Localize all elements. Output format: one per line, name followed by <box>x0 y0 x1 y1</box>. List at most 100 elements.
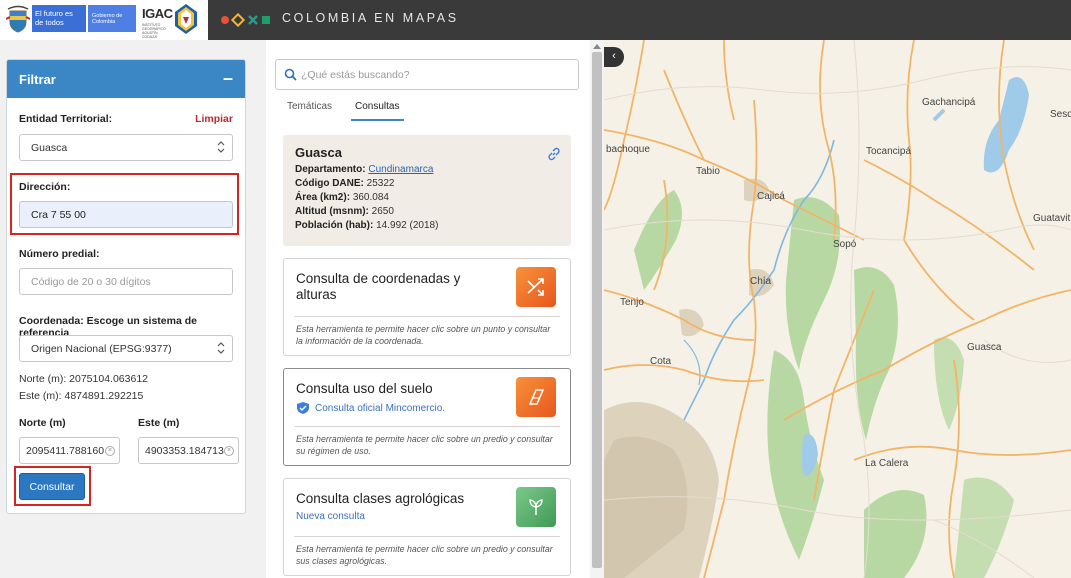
predial-input[interactable]: Código de 20 o 30 dígitos <box>19 268 233 295</box>
este-input[interactable]: 4903353.184713 × <box>138 437 239 464</box>
igac-logo-text: IGAC <box>142 6 173 21</box>
gov-name: Gobierno de Colombia <box>88 5 136 32</box>
area-row: Área (km2): 360.084 <box>295 191 559 205</box>
tool-description: Esta herramienta te permite hacer clic s… <box>296 544 553 566</box>
clear-icon[interactable]: × <box>105 446 115 456</box>
tool-subtitle[interactable]: Nueva consulta <box>296 511 365 522</box>
town-label: Gachancipá <box>922 97 976 108</box>
tab-consultas[interactable]: Consultas <box>355 101 399 112</box>
scrollbar-thumb[interactable] <box>592 52 602 568</box>
norte-readout: Norte (m): 2075104.063612 <box>19 373 148 385</box>
select-arrows-icon <box>217 342 225 354</box>
town-label: Sesq <box>1050 109 1071 120</box>
map-canvas[interactable] <box>604 40 1071 578</box>
town-label: Chía <box>750 276 772 287</box>
map-collapse-button[interactable]: ‹ <box>604 47 624 67</box>
scroll-up-icon[interactable] <box>593 44 601 49</box>
igac-logo-subtitle: INSTITUTO GEOGRÁFICO AGUSTÍN CODAZZI <box>142 23 166 39</box>
dane-label: Código DANE: <box>295 178 364 189</box>
town-label: Cota <box>650 356 672 367</box>
active-tab-indicator <box>351 119 404 121</box>
select-arrows-icon <box>217 141 225 153</box>
tool-divider <box>294 536 560 537</box>
entity-select[interactable]: Guasca <box>19 134 233 161</box>
este-input-value: 4903353.184713 <box>145 445 224 457</box>
verified-shield-icon <box>297 402 309 414</box>
igac-logo: IGAC INSTITUTO GEOGRÁFICO AGUSTÍN CODAZZ… <box>142 4 198 39</box>
town-label: bachoque <box>606 144 650 155</box>
town-label: Tocancipá <box>866 146 912 157</box>
parcel-icon <box>516 377 556 417</box>
gov-slogan: El futuro es de todos <box>32 5 86 32</box>
agrological-tool-card[interactable]: Consulta clases agrológicas Nueva consul… <box>283 478 571 576</box>
coordinate-system-select[interactable]: Origen Nacional (EPSG:9377) <box>19 335 233 362</box>
app-title: COLOMBIA EN MAPAS <box>282 11 459 25</box>
este-readout: Este (m): 4874891.292215 <box>19 390 144 402</box>
town-label: Tabio <box>696 166 720 177</box>
collapse-button[interactable]: – <box>223 68 233 89</box>
panel-scrollbar[interactable] <box>590 40 604 578</box>
altitude-label: Altitud (msnm): <box>295 206 369 217</box>
land-use-tool-card[interactable]: Consulta uso del suelo Consulta oficial … <box>283 368 571 466</box>
tool-title: Consulta clases agrológicas <box>296 491 465 506</box>
coordinate-system-value: Origen Nacional (EPSG:9377) <box>31 343 172 355</box>
town-label: Guasca <box>967 342 1002 353</box>
entity-label: Entidad Territorial: <box>19 113 113 125</box>
department-row: Departamento: Cundinamarca <box>295 163 559 177</box>
shuffle-icon <box>516 267 556 307</box>
igac-emblem-icon <box>175 4 197 34</box>
filter-panel: Filtrar – Entidad Territorial: Limpiar G… <box>6 59 246 514</box>
town-label: Cajicá <box>757 191 785 202</box>
tool-subtitle[interactable]: Consulta oficial Mincomercio. <box>315 403 445 414</box>
coordinates-tool-card[interactable]: Consulta de coordenadas y alturas Esta h… <box>283 258 571 356</box>
filter-title: Filtrar <box>19 72 56 87</box>
norte-input[interactable]: 2095411.788160 × <box>19 437 120 464</box>
search-input[interactable]: ¿Qué estás buscando? <box>275 59 579 90</box>
population-value: 14.992 (2018) <box>376 220 439 231</box>
department-link[interactable]: Cundinamarca <box>368 164 433 175</box>
plant-icon <box>516 487 556 527</box>
altitude-row: Altitud (msnm): 2650 <box>295 205 559 219</box>
norte-input-value: 2095411.788160 <box>26 445 105 457</box>
population-label: Población (hab): <box>295 220 374 231</box>
municipality-info-card: Guasca Departamento: Cundinamarca Código… <box>283 135 571 246</box>
altitude-value: 2650 <box>371 206 394 217</box>
consultar-button[interactable]: Consultar <box>19 473 85 500</box>
search-placeholder: ¿Qué estás buscando? <box>301 69 410 81</box>
address-input[interactable]: Cra 7 55 00 <box>19 201 233 228</box>
department-label: Departamento: <box>295 164 366 175</box>
entity-select-value: Guasca <box>31 142 68 154</box>
este-input-label: Este (m) <box>138 417 180 429</box>
clear-icon[interactable]: × <box>224 446 234 456</box>
town-label: Tenjo <box>620 297 644 308</box>
brand-shapes-icon <box>221 13 270 27</box>
tool-description: Esta herramienta te permite hacer clic s… <box>296 324 551 346</box>
area-value: 360.084 <box>352 192 389 203</box>
colombia-coat-of-arms-icon <box>6 5 30 33</box>
area-label: Área (km2): <box>295 192 351 203</box>
address-label: Dirección: <box>19 181 71 193</box>
tool-description: Esta herramienta te permite hacer clic s… <box>296 434 553 456</box>
tool-divider <box>294 316 560 317</box>
predial-label: Número predial: <box>19 248 100 260</box>
clear-link[interactable]: Limpiar <box>195 113 233 125</box>
consultas-panel: ¿Qué estás buscando? Temáticas Consultas… <box>266 40 604 578</box>
dane-value: 25322 <box>366 178 395 189</box>
government-logos: El futuro es de todos Gobierno de Colomb… <box>0 0 208 40</box>
search-icon <box>284 68 297 81</box>
top-bar: El futuro es de todos Gobierno de Colomb… <box>0 0 1071 40</box>
population-row: Población (hab): 14.992 (2018) <box>295 219 559 233</box>
town-label: Guatavit <box>1033 213 1071 224</box>
tool-divider <box>294 426 560 427</box>
tab-tematicas[interactable]: Temáticas <box>287 101 332 112</box>
town-label: Sopó <box>833 239 857 250</box>
norte-input-label: Norte (m) <box>19 417 66 429</box>
map-view[interactable]: ‹ Gachancipá Sesq bachoque Tabio Tocanci… <box>604 40 1071 578</box>
filter-header[interactable]: Filtrar – <box>7 60 245 98</box>
dane-row: Código DANE: 25322 <box>295 177 559 191</box>
tool-title: Consulta uso del suelo <box>296 381 433 396</box>
town-label: La Calera <box>865 458 909 469</box>
municipality-name: Guasca <box>295 145 342 160</box>
link-icon[interactable] <box>547 147 561 161</box>
tool-title: Consulta de coordenadas y alturas <box>296 271 461 302</box>
